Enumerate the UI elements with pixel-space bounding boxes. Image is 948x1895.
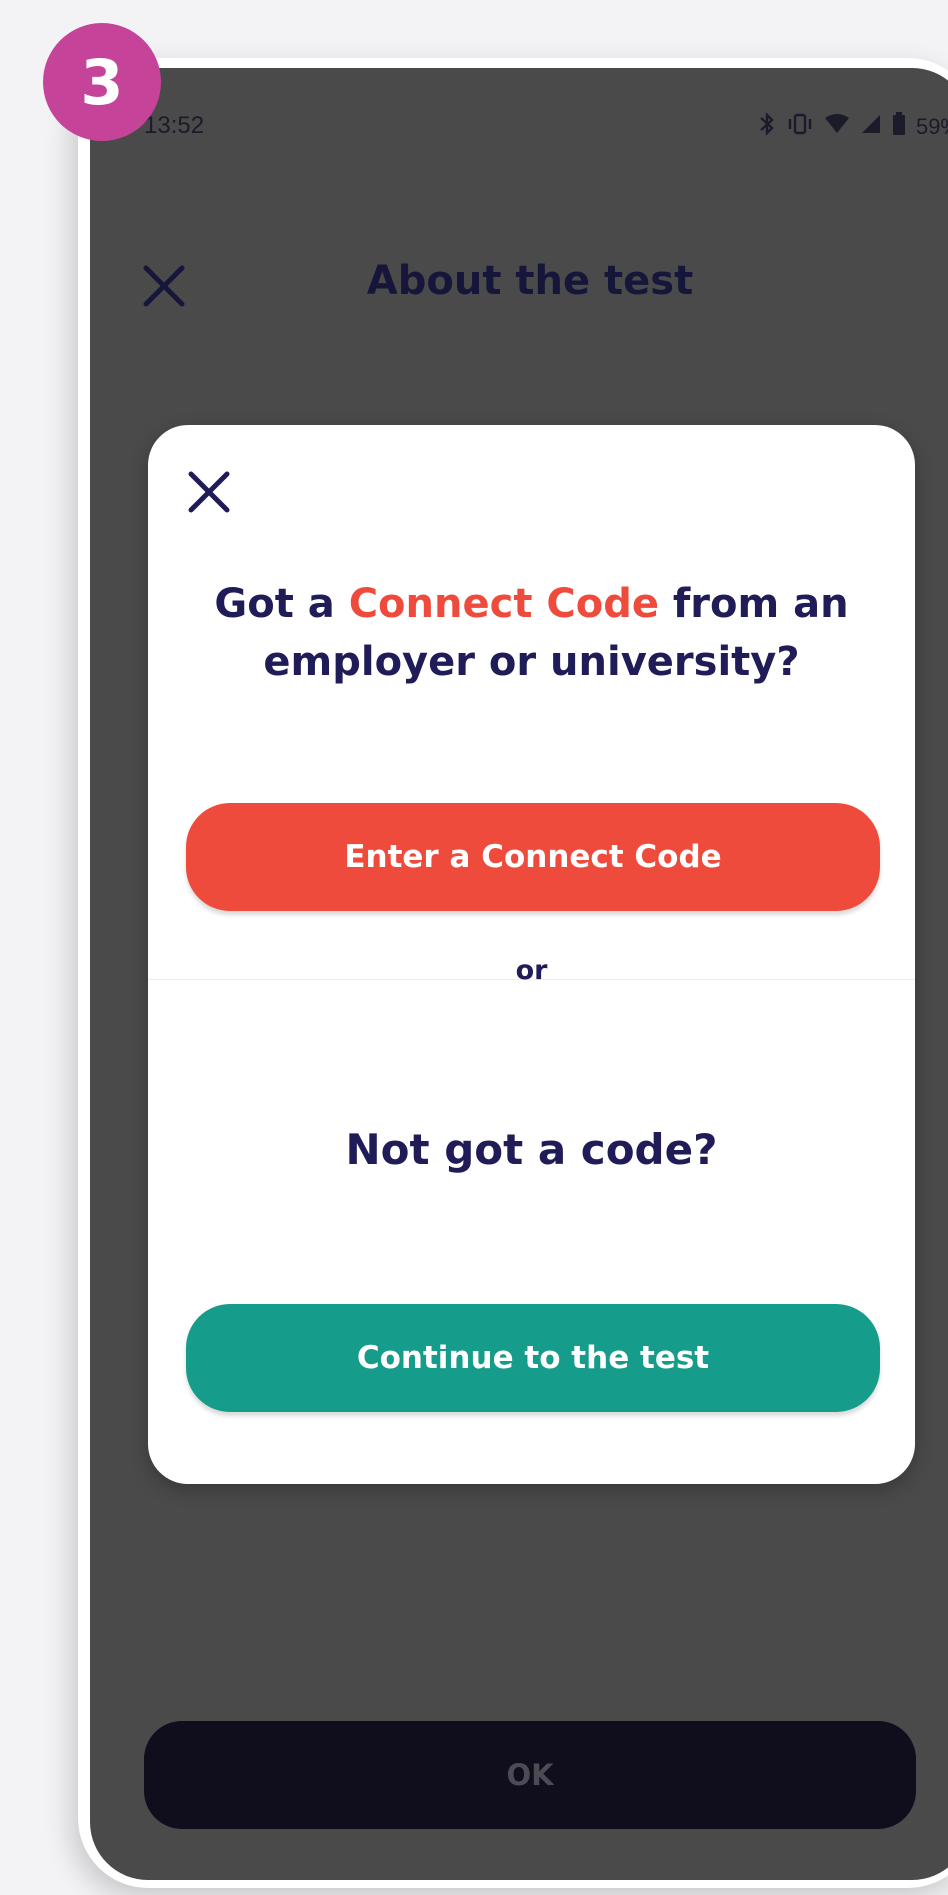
phone-screen: 13:52 59% [90,68,948,1880]
continue-to-test-button[interactable]: Continue to the test [186,1304,880,1412]
connect-code-dialog: Got a Connect Code from an employer or u… [148,425,915,1484]
dialog-heading: Got a Connect Code from an employer or u… [168,575,895,691]
signal-icon [860,113,882,141]
status-bar: 13:52 59% [90,68,948,188]
vibrate-icon [786,112,814,142]
heading-highlight: Connect Code [348,581,659,627]
battery-icon [892,112,906,142]
close-icon[interactable] [186,469,232,515]
status-time: 13:52 [144,112,205,139]
enter-connect-code-button[interactable]: Enter a Connect Code [186,803,880,911]
page-title: About the test [366,258,694,304]
no-code-text: Not got a code? [345,1125,718,1174]
battery-percent: 59% [915,114,948,139]
ok-button[interactable]: OK [144,1721,916,1829]
status-icons: 59% [758,112,948,142]
heading-prefix: Got a [214,581,349,627]
step-badge: 3 [43,23,161,141]
page: 3 13:52 59% [0,0,948,1895]
wifi-icon [824,113,850,141]
or-label: or [515,955,548,986]
app-header: About the test [90,188,948,307]
bluetooth-icon [758,112,776,142]
